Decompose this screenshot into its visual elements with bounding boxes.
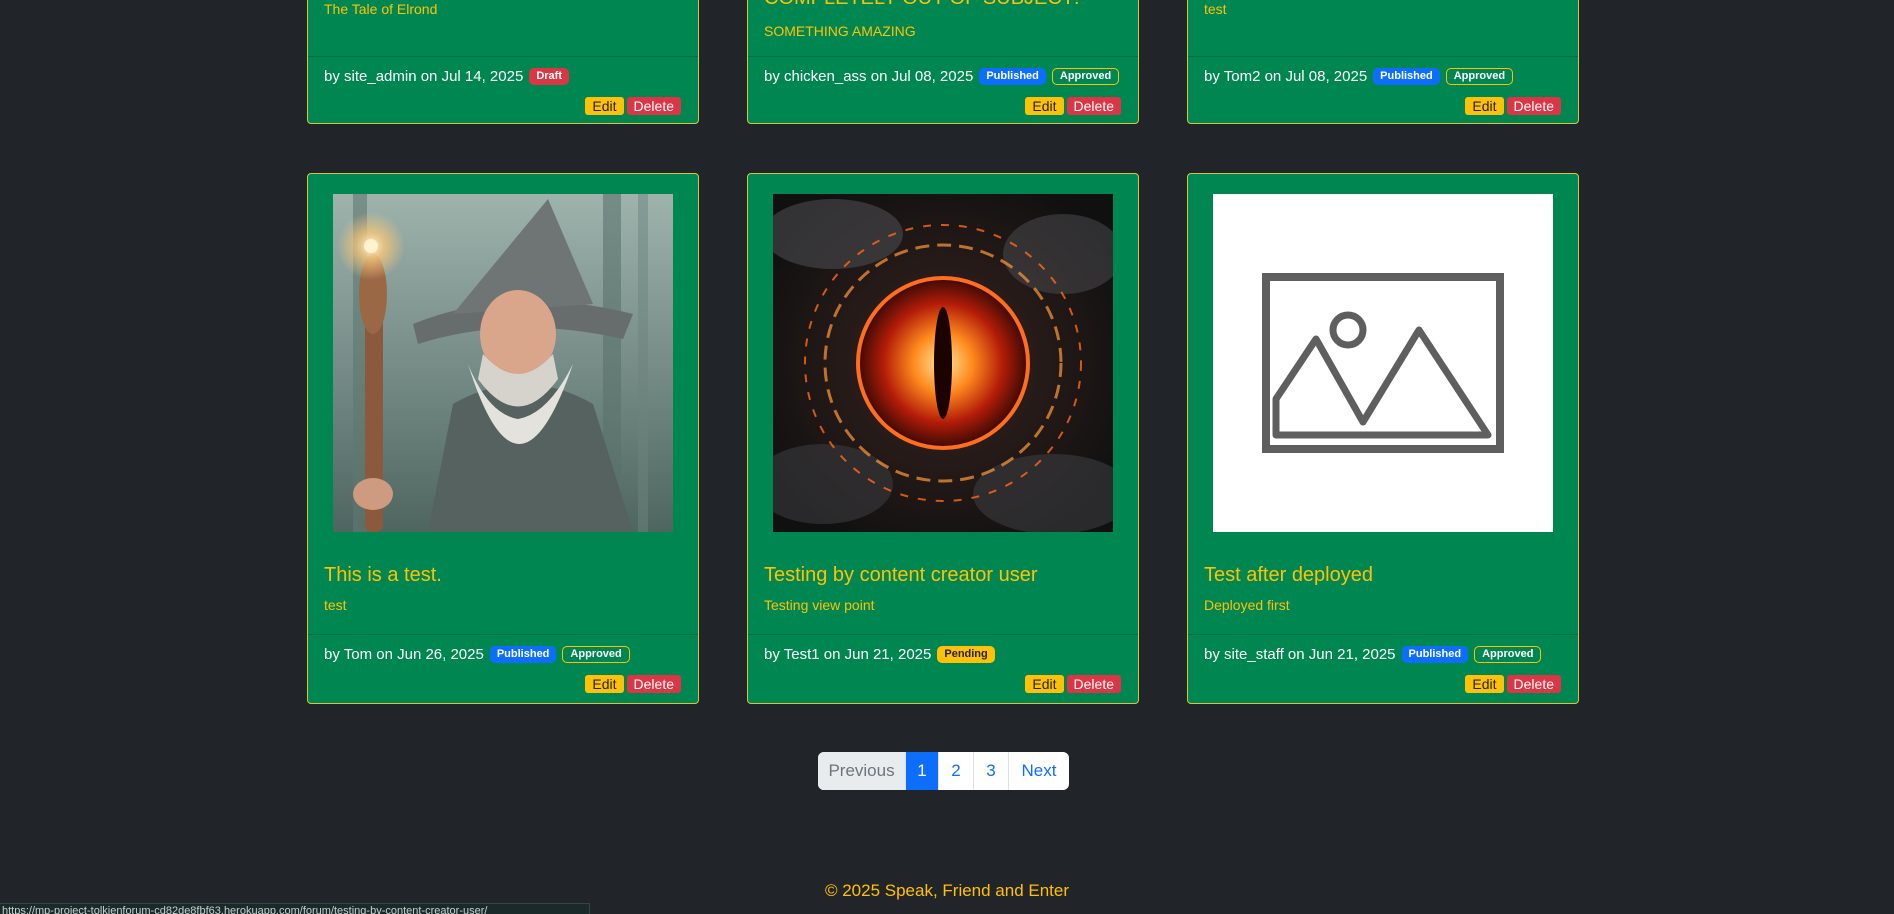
pagination-previous[interactable]: Previous xyxy=(818,752,906,790)
card-footer: by site_staff on Jun 21, 2025 Published … xyxy=(1188,634,1578,703)
delete-button[interactable]: Delete xyxy=(1506,97,1561,115)
post-card: Test after deployed Deployed first by si… xyxy=(1187,173,1579,704)
fiery-eye-image[interactable] xyxy=(773,194,1113,532)
author-date: by site_admin on Jul 14, 2025 xyxy=(324,68,524,85)
status-badge-approved: Approved xyxy=(1445,68,1514,85)
card-byline: by chicken_ass on Jul 08, 2025 Published… xyxy=(764,68,1120,85)
card-excerpt: test xyxy=(1204,1,1227,17)
edit-button[interactable]: Edit xyxy=(1465,675,1504,693)
author-date: by site_staff on Jun 21, 2025 xyxy=(1204,646,1396,663)
card-byline: by Test1 on Jun 21, 2025 Pending xyxy=(764,646,995,663)
card-title[interactable]: COMPLETELY OUT OF SUBJECT! xyxy=(764,0,1080,10)
delete-button[interactable]: Delete xyxy=(626,97,681,115)
delete-button[interactable]: Delete xyxy=(1066,97,1121,115)
card-actions: Edit Delete xyxy=(1025,675,1121,693)
post-card: test by Tom2 on Jul 08, 2025 Published A… xyxy=(1187,0,1579,124)
image-placeholder-icon[interactable] xyxy=(1213,194,1553,532)
link-status-bar: https://mp-project-tolkienforum-cd82de8f… xyxy=(0,903,590,914)
status-badge-published: Published xyxy=(1401,646,1469,663)
author-date: by chicken_ass on Jul 08, 2025 xyxy=(764,68,974,85)
status-badge-published: Published xyxy=(979,68,1046,85)
card-title[interactable]: Test after deployed xyxy=(1204,564,1373,587)
status-badge-draft: Draft xyxy=(529,68,569,85)
card-excerpt: test xyxy=(324,597,347,613)
delete-button[interactable]: Delete xyxy=(626,675,681,693)
site-footer-copyright: © 2025 Speak, Friend and Enter xyxy=(824,881,1070,900)
status-badge-published: Published xyxy=(489,646,557,663)
card-byline: by site_admin on Jul 14, 2025 Draft xyxy=(324,68,569,85)
card-excerpt: SOMETHING AMAZING xyxy=(764,23,916,39)
card-actions: Edit Delete xyxy=(1465,675,1561,693)
card-footer: by Tom on Jun 26, 2025 Published Approve… xyxy=(308,634,698,703)
edit-button[interactable]: Edit xyxy=(585,97,624,115)
delete-button[interactable]: Delete xyxy=(1066,675,1121,693)
pagination-page-3[interactable]: 3 xyxy=(974,752,1009,790)
card-actions: Edit Delete xyxy=(585,675,681,693)
post-card: This is a test. test by Tom on Jun 26, 2… xyxy=(307,173,699,704)
card-footer: by site_admin on Jul 14, 2025 Draft Edit… xyxy=(308,56,698,123)
post-card: Testing by content creator user Testing … xyxy=(747,173,1139,704)
card-footer: by Test1 on Jun 21, 2025 Pending Edit De… xyxy=(748,634,1138,703)
author-date: by Test1 on Jun 21, 2025 xyxy=(764,646,932,663)
card-actions: Edit Delete xyxy=(1465,97,1561,115)
card-byline: by Tom2 on Jul 08, 2025 Published Approv… xyxy=(1204,68,1514,85)
card-title[interactable]: This is a test. xyxy=(324,564,442,587)
card-actions: Edit Delete xyxy=(1025,97,1121,115)
pagination-next[interactable]: Next xyxy=(1009,752,1069,790)
card-byline: by Tom on Jun 26, 2025 Published Approve… xyxy=(324,646,630,663)
card-excerpt: Testing view point xyxy=(764,597,875,613)
author-date: by Tom2 on Jul 08, 2025 xyxy=(1204,68,1368,85)
card-byline: by site_staff on Jun 21, 2025 Published … xyxy=(1204,646,1542,663)
status-badge-approved: Approved xyxy=(562,646,630,663)
card-footer: by Tom2 on Jul 08, 2025 Published Approv… xyxy=(1188,56,1578,123)
pagination-page-1[interactable]: 1 xyxy=(906,752,939,790)
card-title[interactable]: Testing by content creator user xyxy=(764,564,1037,587)
post-card: The Tale of Elrond by site_admin on Jul … xyxy=(307,0,699,124)
author-date: by Tom on Jun 26, 2025 xyxy=(324,646,484,663)
edit-button[interactable]: Edit xyxy=(585,675,624,693)
pagination-page-2[interactable]: 2 xyxy=(939,752,974,790)
edit-button[interactable]: Edit xyxy=(1465,97,1504,115)
status-badge-approved: Approved xyxy=(1051,68,1120,85)
card-excerpt: The Tale of Elrond xyxy=(324,1,438,17)
post-card: COMPLETELY OUT OF SUBJECT! SOMETHING AMA… xyxy=(747,0,1139,124)
card-footer: by chicken_ass on Jul 08, 2025 Published… xyxy=(748,56,1138,123)
pagination: Previous 1 2 3 Next xyxy=(818,752,1069,790)
status-badge-approved: Approved xyxy=(1474,646,1542,663)
edit-button[interactable]: Edit xyxy=(1025,675,1064,693)
status-badge-published: Published xyxy=(1373,68,1440,85)
status-badge-pending: Pending xyxy=(937,646,995,663)
card-excerpt: Deployed first xyxy=(1204,597,1290,613)
wizard-image[interactable] xyxy=(333,194,673,532)
edit-button[interactable]: Edit xyxy=(1025,97,1064,115)
delete-button[interactable]: Delete xyxy=(1506,675,1561,693)
card-actions: Edit Delete xyxy=(585,97,681,115)
